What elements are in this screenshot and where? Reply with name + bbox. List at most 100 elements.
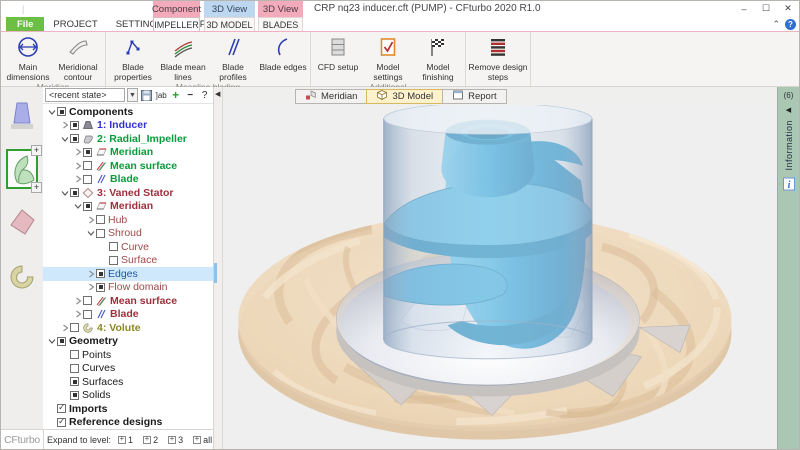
expand-arrow-icon[interactable]	[85, 215, 96, 225]
tree-row-3-vaned-stator[interactable]: 3: Vaned Stator	[43, 186, 213, 200]
visibility-checkbox[interactable]	[57, 107, 66, 116]
visibility-checkbox[interactable]	[83, 310, 92, 319]
state-selector[interactable]: <recent state>	[45, 88, 125, 102]
tree-rename-icon[interactable]: ]ab	[155, 88, 168, 102]
add-component-top-button[interactable]: +	[31, 145, 42, 156]
customize-dropdown-icon[interactable]	[62, 2, 75, 15]
state-selector-dropdown-icon[interactable]: ▼	[127, 88, 139, 102]
collapse-arrow-icon[interactable]	[59, 188, 70, 198]
save-icon[interactable]	[28, 2, 41, 15]
visibility-checkbox[interactable]	[96, 269, 105, 278]
panel-splitter[interactable]: ◀	[214, 87, 223, 449]
tree-row-geometry[interactable]: Geometry	[43, 335, 213, 349]
tree-add-icon[interactable]: +	[169, 88, 182, 102]
tree-row-mean-surface[interactable]: Mean surface	[43, 294, 213, 308]
visibility-checkbox[interactable]	[96, 229, 105, 238]
visibility-checkbox[interactable]	[57, 404, 66, 413]
visibility-checkbox[interactable]	[70, 350, 79, 359]
visibility-checkbox[interactable]	[70, 391, 79, 400]
component-strip-inducer[interactable]	[6, 95, 38, 135]
ribbon-blade-edges[interactable]: Blade edges	[258, 33, 308, 73]
tab-3d-model[interactable]: 3D MODEL	[204, 17, 255, 31]
tree-row-imports[interactable]: Imports	[43, 402, 213, 416]
tree-row-flow-domain[interactable]: Flow domain	[43, 281, 213, 295]
expand-arrow-icon[interactable]	[72, 309, 83, 319]
3d-model-canvas[interactable]	[223, 105, 777, 449]
tree-row-blade[interactable]: Blade	[43, 173, 213, 187]
tree-row-surfaces[interactable]: Surfaces	[43, 375, 213, 389]
expand-level-3[interactable]: 3	[168, 435, 183, 445]
tree-row-edges[interactable]: Edges	[43, 267, 213, 281]
tree-row-2-radial-impeller[interactable]: 2: Radial_Impeller	[43, 132, 213, 146]
ribbon-meridional-contour[interactable]: Meridional contour	[53, 33, 103, 82]
tree-row-shroud[interactable]: Shroud	[43, 227, 213, 241]
menu-project[interactable]: PROJECT	[44, 17, 106, 31]
visibility-checkbox[interactable]	[109, 256, 118, 265]
visibility-checkbox[interactable]	[83, 202, 92, 211]
minimize-button[interactable]: –	[733, 1, 755, 16]
visibility-checkbox[interactable]	[57, 337, 66, 346]
collapse-panel-icon[interactable]: ◀	[215, 90, 220, 98]
tree-remove-icon[interactable]: −	[184, 88, 197, 102]
visibility-checkbox[interactable]	[70, 364, 79, 373]
visibility-checkbox[interactable]	[109, 242, 118, 251]
expand-arrow-icon[interactable]	[85, 269, 96, 279]
expand-arrow-icon[interactable]	[59, 323, 70, 333]
component-strip-volute[interactable]	[6, 257, 38, 297]
visibility-checkbox[interactable]	[83, 175, 92, 184]
expand-arrow-icon[interactable]	[72, 147, 83, 157]
tree-row-4-volute[interactable]: 4: Volute	[43, 321, 213, 335]
tree-row-solids[interactable]: Solids	[43, 389, 213, 403]
visibility-checkbox[interactable]	[70, 188, 79, 197]
expand-arrow-icon[interactable]	[85, 282, 96, 292]
expand-level-2[interactable]: 2	[143, 435, 158, 445]
visibility-checkbox[interactable]	[70, 121, 79, 130]
close-button[interactable]: ✕	[777, 1, 799, 16]
add-component-bot-button[interactable]: +	[31, 182, 42, 193]
help-icon[interactable]: ?	[785, 19, 796, 30]
tree-row-reference-designs[interactable]: Reference designs	[43, 416, 213, 430]
visibility-checkbox[interactable]	[96, 283, 105, 292]
tree-row-meridian[interactable]: Meridian	[43, 146, 213, 160]
tree-row-components[interactable]: Components	[43, 105, 213, 119]
ribbon-model-finishing[interactable]: Model finishing	[413, 33, 463, 82]
tree-row-hub[interactable]: Hub	[43, 213, 213, 227]
visibility-checkbox[interactable]	[70, 377, 79, 386]
ribbon-model-settings[interactable]: Model settings	[363, 33, 413, 82]
collapse-ribbon-icon[interactable]: ⌃	[772, 19, 780, 30]
information-sidebar[interactable]: (6) ◀ Information i	[777, 87, 799, 449]
expand-arrow-icon[interactable]	[72, 296, 83, 306]
tab-blades[interactable]: BLADES	[258, 17, 303, 31]
component-strip-vaned-stator[interactable]	[6, 203, 38, 243]
expand-arrow-icon[interactable]	[72, 161, 83, 171]
visibility-checkbox[interactable]	[83, 296, 92, 305]
menu-file[interactable]: File	[6, 17, 44, 31]
expand-level-all[interactable]: all	[193, 435, 212, 445]
tree-row-1-inducer[interactable]: 1: Inducer	[43, 119, 213, 133]
tree-row-curves[interactable]: Curves	[43, 362, 213, 376]
component-strip-radial-impeller[interactable]: ++	[6, 149, 38, 189]
expand-information-icon[interactable]: ◀	[786, 106, 791, 114]
ribbon-cfd-setup[interactable]: CFD setup	[313, 33, 363, 73]
visibility-checkbox[interactable]	[57, 418, 66, 427]
expand-arrow-icon[interactable]	[59, 120, 70, 130]
tree-help-icon[interactable]: ?	[198, 88, 211, 102]
ribbon-main-dimensions[interactable]: Main dimensions	[3, 33, 53, 82]
collapse-arrow-icon[interactable]	[46, 107, 57, 117]
ribbon-blade-properties[interactable]: Blade properties	[108, 33, 158, 82]
visibility-checkbox[interactable]	[70, 134, 79, 143]
tab-impeller[interactable]: IMPELLER	[153, 17, 200, 31]
close-file-icon[interactable]	[45, 2, 58, 15]
ribbon-blade-profiles[interactable]: Blade profiles	[208, 33, 258, 82]
tree-row-curve[interactable]: Curve	[43, 240, 213, 254]
expand-level-1[interactable]: 1	[118, 435, 133, 445]
ribbon-blade-mean-lines[interactable]: Blade mean lines	[158, 33, 208, 82]
visibility-checkbox[interactable]	[96, 215, 105, 224]
visibility-checkbox[interactable]	[70, 323, 79, 332]
ribbon-remove-design-steps[interactable]: Remove design steps	[468, 33, 528, 82]
tree-row-meridian[interactable]: Meridian	[43, 200, 213, 214]
visibility-checkbox[interactable]	[83, 148, 92, 157]
visibility-checkbox[interactable]	[83, 161, 92, 170]
tree-save-icon[interactable]	[140, 88, 153, 102]
tree-row-blade[interactable]: Blade	[43, 308, 213, 322]
